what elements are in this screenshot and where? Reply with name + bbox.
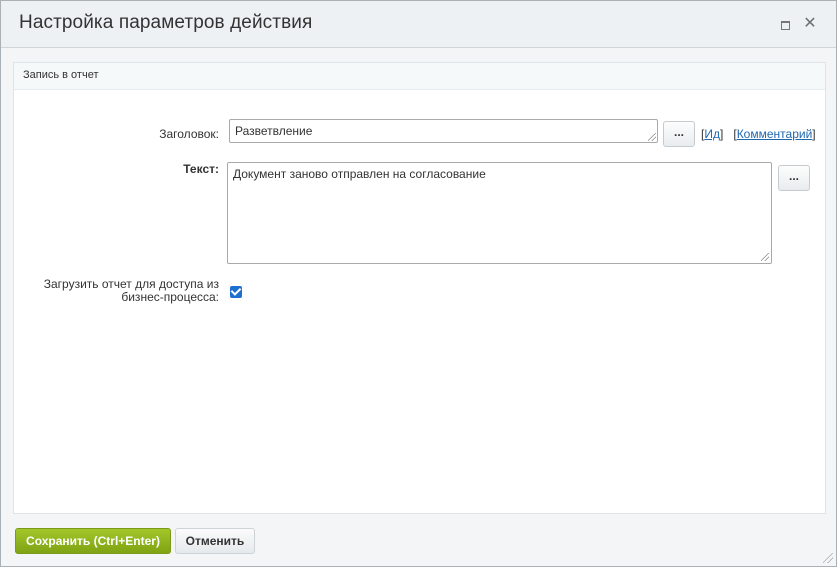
save-button[interactable]: Сохранить (Ctrl+Enter) [15,528,171,554]
section-title: Запись в отчет [23,69,99,81]
id-link[interactable]: Ид [704,127,720,141]
text-textarea[interactable]: Документ заново отправлен на согласовани… [227,162,772,264]
settings-dialog: Настройка параметров действия ✕ Запись в… [0,0,837,567]
header-input[interactable]: Разветвление [229,119,658,143]
resize-grip-icon[interactable] [648,133,656,141]
comment-link[interactable]: Комментарий [737,127,813,141]
dialog-resize-icon[interactable] [823,553,833,563]
upload-checkbox[interactable] [230,286,242,298]
header-label: Заголовок: [159,127,219,141]
header-insert-button[interactable]: ... [663,121,695,147]
text-label: Текст: [183,162,219,176]
close-icon[interactable]: ✕ [803,16,817,32]
textarea-resize-icon[interactable] [761,253,769,261]
cancel-button[interactable]: Отменить [175,528,255,554]
section-header: Запись в отчет [14,63,825,90]
text-insert-button[interactable]: ... [778,165,810,191]
dialog-title: Настройка параметров действия [19,12,313,33]
upload-label: Загрузить отчет для доступа из бизнес-пр… [43,277,219,304]
header-links: [Ид] [Комментарий] [701,127,816,141]
maximize-icon[interactable] [778,17,792,31]
dialog-titlebar[interactable]: Настройка параметров действия ✕ [1,1,836,48]
